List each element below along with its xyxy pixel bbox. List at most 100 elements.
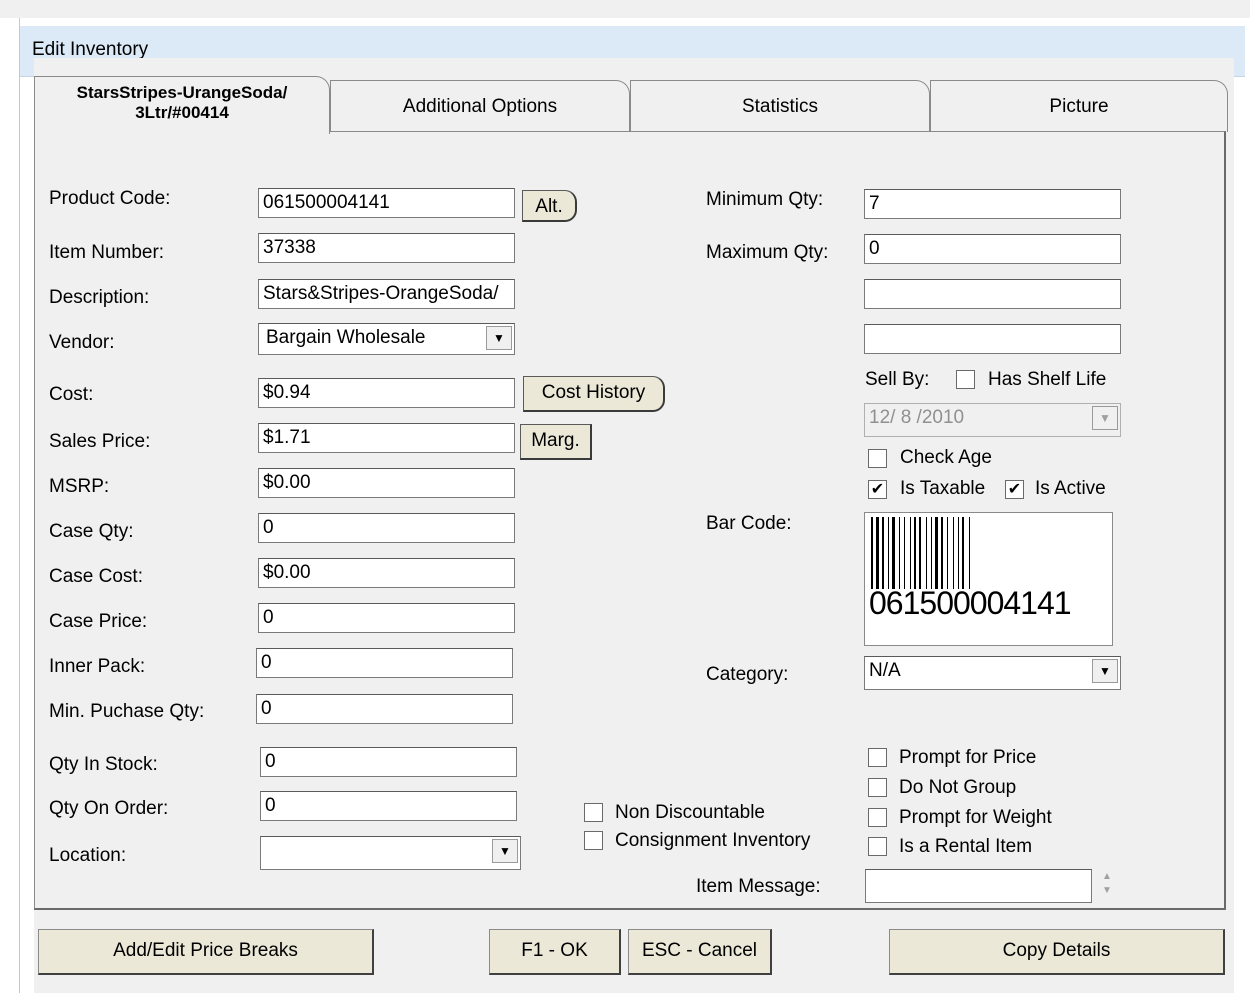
chevron-down-icon[interactable]: ▼ xyxy=(492,839,518,863)
minimum-qty-input[interactable]: 7 xyxy=(864,189,1121,219)
ok-button[interactable]: F1 - OK xyxy=(489,929,621,975)
barcode-stripe xyxy=(904,517,905,589)
barcode-stripe xyxy=(914,517,916,589)
inner-pack-input[interactable]: 0 xyxy=(256,648,513,678)
item-number-input[interactable]: 37338 xyxy=(258,233,515,263)
consignment-inventory-checkbox[interactable] xyxy=(584,831,603,850)
min-purchase-qty-label: Min. Puchase Qty: xyxy=(49,701,205,722)
category-select[interactable]: N/A ▼ xyxy=(864,656,1121,690)
item-message-label: Item Message: xyxy=(696,876,821,897)
sell-by-date-value: 12/ 8 /2010 xyxy=(869,407,965,428)
is-taxable-checkbox[interactable]: ✔ xyxy=(868,480,887,499)
tab-picture[interactable]: Picture xyxy=(930,80,1228,132)
min-purchase-qty-input[interactable]: 0 xyxy=(256,694,513,724)
vendor-select-value: Bargain Wholesale xyxy=(266,327,426,348)
extra-field-1[interactable] xyxy=(864,279,1121,309)
cost-history-button[interactable]: Cost History xyxy=(523,376,665,412)
msrp-label: MSRP: xyxy=(49,476,110,497)
copy-details-button[interactable]: Copy Details xyxy=(889,929,1225,975)
cancel-button[interactable]: ESC - Cancel xyxy=(628,929,772,975)
location-label: Location: xyxy=(49,845,127,866)
item-message-spinner[interactable]: ▲ ▼ xyxy=(1096,870,1118,902)
barcode-stripe xyxy=(910,517,911,589)
vendor-select[interactable]: Bargain Wholesale ▼ xyxy=(258,323,515,355)
sales-price-input[interactable]: $1.71 xyxy=(258,423,515,453)
check-age-checkbox[interactable] xyxy=(868,449,887,468)
barcode-stripe xyxy=(935,517,938,589)
barcode-stripe xyxy=(926,517,927,589)
msrp-input[interactable]: $0.00 xyxy=(258,468,515,498)
prompt-for-weight-checkbox[interactable] xyxy=(868,808,887,827)
tab-general-label: StarsStripes-UrangeSoda/ 3Ltr/#00414 xyxy=(76,83,288,122)
cost-label: Cost: xyxy=(49,384,94,405)
bar-code-number: 061500004141 xyxy=(869,585,1072,621)
extra-field-2[interactable] xyxy=(864,324,1121,354)
barcode-stripe xyxy=(969,517,970,589)
alt-button[interactable]: Alt. xyxy=(522,190,577,222)
tab-additional-options[interactable]: Additional Options xyxy=(330,80,630,132)
tab-general[interactable]: StarsStripes-UrangeSoda/ 3Ltr/#00414 xyxy=(34,76,330,134)
is-active-checkbox[interactable]: ✔ xyxy=(1005,480,1024,499)
bar-code-image: 061500004141 xyxy=(864,512,1113,646)
is-rental-item-checkbox[interactable] xyxy=(868,837,887,856)
product-code-label: Product Code: xyxy=(49,188,171,209)
case-price-label: Case Price: xyxy=(49,611,148,632)
qty-in-stock-input[interactable]: 0 xyxy=(260,747,517,777)
barcode-stripe xyxy=(953,517,954,589)
qty-on-order-label: Qty On Order: xyxy=(49,798,169,819)
prompt-for-price-checkbox[interactable] xyxy=(868,748,887,767)
item-message-input[interactable] xyxy=(865,869,1092,903)
description-input[interactable]: Stars&Stripes-OrangeSoda/ xyxy=(258,279,515,309)
do-not-group-checkbox[interactable] xyxy=(868,778,887,797)
vendor-label: Vendor: xyxy=(49,332,115,353)
has-shelf-life-checkbox[interactable] xyxy=(956,370,975,389)
tab-picture-label: Picture xyxy=(1049,96,1109,117)
sell-by-label: Sell By: xyxy=(865,369,930,390)
check-icon: ✔ xyxy=(870,481,885,498)
maximum-qty-input[interactable]: 0 xyxy=(864,234,1121,264)
category-select-value: N/A xyxy=(869,660,901,681)
description-label: Description: xyxy=(49,287,150,308)
non-discountable-checkbox[interactable] xyxy=(584,803,603,822)
location-select[interactable]: ▼ xyxy=(260,836,521,870)
check-icon: ✔ xyxy=(1007,481,1022,498)
barcode-stripe xyxy=(899,517,900,589)
qty-on-order-input[interactable]: 0 xyxy=(260,791,517,821)
category-label: Category: xyxy=(706,664,789,685)
sell-by-date-picker: 12/ 8 /2010 ▼ xyxy=(864,403,1121,437)
consignment-inventory-label: Consignment Inventory xyxy=(615,830,811,851)
is-taxable-label: Is Taxable xyxy=(900,478,986,499)
barcode-stripe xyxy=(958,517,959,589)
case-cost-input[interactable]: $0.00 xyxy=(258,558,515,588)
minimum-qty-label: Minimum Qty: xyxy=(706,189,824,210)
item-number-label: Item Number: xyxy=(49,242,165,263)
prompt-for-weight-label: Prompt for Weight xyxy=(899,807,1052,828)
barcode-stripe xyxy=(941,517,943,589)
non-discountable-label: Non Discountable xyxy=(615,802,765,823)
chevron-down-icon[interactable]: ▼ xyxy=(486,326,512,350)
check-age-label: Check Age xyxy=(900,447,992,468)
case-price-input[interactable]: 0 xyxy=(258,603,515,633)
tab-statistics[interactable]: Statistics xyxy=(630,80,930,132)
tab-additional-options-label: Additional Options xyxy=(402,96,558,117)
is-active-label: Is Active xyxy=(1035,478,1106,499)
barcode-stripe xyxy=(919,517,921,589)
chevron-down-icon[interactable]: ▼ xyxy=(1092,659,1118,683)
do-not-group-label: Do Not Group xyxy=(899,777,1017,798)
qty-in-stock-label: Qty In Stock: xyxy=(49,754,158,775)
add-edit-price-breaks-button[interactable]: Add/Edit Price Breaks xyxy=(38,929,374,975)
barcode-stripe xyxy=(892,517,895,589)
barcode-stripe xyxy=(962,517,964,589)
chevron-down-icon: ▼ xyxy=(1092,406,1118,430)
inner-pack-label: Inner Pack: xyxy=(49,656,146,677)
barcode-stripe xyxy=(876,517,879,589)
case-cost-label: Case Cost: xyxy=(49,566,143,587)
is-rental-item-label: Is a Rental Item xyxy=(899,836,1033,857)
has-shelf-life-label: Has Shelf Life xyxy=(988,369,1107,390)
case-qty-input[interactable]: 0 xyxy=(258,513,515,543)
margin-button[interactable]: Marg. xyxy=(520,424,592,460)
product-code-input[interactable]: 061500004141 xyxy=(258,188,515,218)
bar-code-label: Bar Code: xyxy=(706,513,792,534)
case-qty-label: Case Qty: xyxy=(49,521,134,542)
cost-input[interactable]: $0.94 xyxy=(258,378,515,408)
